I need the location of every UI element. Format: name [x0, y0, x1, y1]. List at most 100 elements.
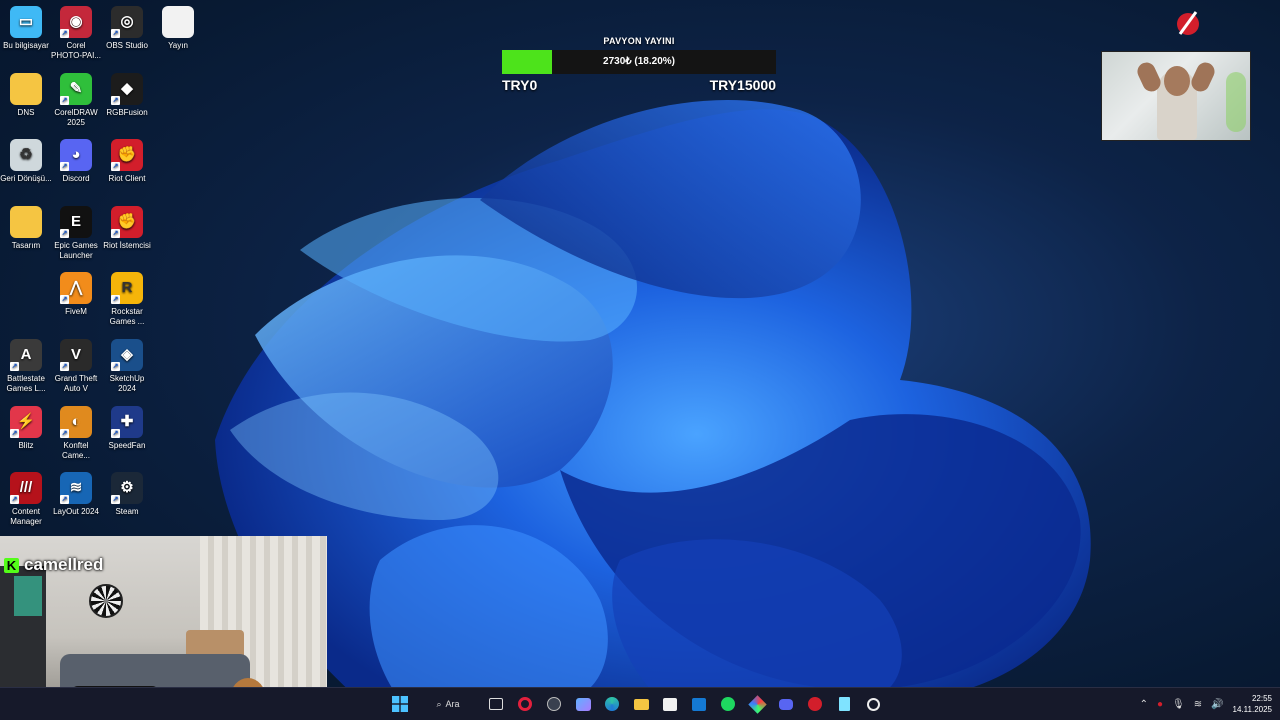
desktop-icon-speedfan[interactable]: ✚ ↗ SpeedFan — [101, 405, 153, 451]
spotify-icon[interactable] — [716, 692, 740, 716]
taskbar-search-button[interactable]: ⌕ Ara — [417, 692, 479, 716]
discord-icon: ◕ ↗ — [60, 139, 92, 172]
wifi-icon[interactable]: ≋ — [1194, 699, 1202, 710]
blitz-icon: ⚡ ↗ — [10, 405, 42, 438]
desktop-icon-riot-i-stemcisi[interactable]: ✊ ↗ Riot İstemcisi — [101, 205, 153, 251]
shortcut-arrow-icon: ↗ — [60, 162, 69, 172]
taskbar-search-label: Ara — [445, 699, 460, 709]
taskbar-clock[interactable]: 22:55 14.11.2025 — [1233, 693, 1272, 715]
desktop-icon-sketchup-2024[interactable]: ◈ ↗ SketchUp 2024 — [101, 339, 153, 394]
edge-icon[interactable] — [600, 692, 624, 716]
desktop-icon-label: Epic Games Launcher — [54, 240, 98, 260]
windows-start-icon[interactable] — [388, 692, 412, 716]
volume-icon[interactable]: 🔊 — [1211, 699, 1223, 710]
opera-gx-icon[interactable] — [513, 692, 537, 716]
msn-weather-icon[interactable] — [571, 692, 595, 716]
desktop-icon-layout-2024[interactable]: ≋ ↗ LayOut 2024 — [50, 472, 102, 517]
microphone-icon[interactable]: 🎙 — [1172, 699, 1185, 710]
taskbar-apps: ⌕ Ara — [388, 692, 885, 716]
desktop-icon-label: Tasarım — [11, 240, 41, 250]
desktop-icon-obs-studio[interactable]: ◎ ↗ OBS Studio — [101, 6, 153, 51]
desktop-icon-riot-client[interactable]: ✊ ↗ Riot Client — [101, 139, 153, 184]
desktop-icon-label: Bu bilgisayar — [3, 41, 49, 50]
person-face — [1164, 66, 1190, 96]
shortcut-arrow-icon: ↗ — [10, 362, 19, 371]
rgbfusion-icon: ◆ ↗ — [111, 72, 143, 105]
search-icon: ⌕ — [436, 698, 442, 709]
file-explorer-icon[interactable] — [629, 692, 653, 716]
desktop-icon-label: LayOut 2024 — [53, 507, 99, 517]
shortcut-arrow-icon: ↗ — [10, 428, 19, 438]
desktop-icon-label: Grand Theft Auto V — [54, 374, 98, 393]
rockstar-icon: R ↗ — [111, 272, 143, 305]
desktop-icon-label: SketchUp 2024 — [109, 374, 145, 393]
desktop-icon-fivem[interactable]: ⋀ ↗ FiveM — [50, 272, 102, 317]
desktop-icon-label: Corel PHOTO-PAI... — [51, 41, 101, 60]
desktop-icon-yayın[interactable]: Yayın — [152, 6, 204, 51]
plant-decoration — [1226, 72, 1246, 132]
clock-date: 14.11.2025 — [1232, 705, 1272, 714]
shortcut-arrow-icon: ↗ — [60, 362, 69, 371]
desktop-icon-rockstar-games[interactable]: R ↗ Rockstar Games ... — [101, 272, 153, 327]
riot-icon: ✊ ↗ — [111, 205, 143, 238]
desktop-icon-bu-bilgisayar[interactable]: ▭ Bu bilgisayar — [0, 6, 52, 51]
shortcut-arrow-icon: ↗ — [60, 428, 69, 438]
desktop-icon-blitz[interactable]: ⚡ ↗ Blitz — [0, 405, 52, 451]
shortcut-arrow-icon: ↗ — [60, 295, 69, 305]
desktop-icon-coreldraw-2025[interactable]: ✎ ↗ CorelDRAW 2025 — [50, 72, 102, 128]
desktop-icon-label: Steam — [115, 507, 139, 517]
goal-title: PAVYON YAYINI — [603, 36, 675, 46]
desktop-icon-label: Content Manager — [10, 507, 42, 527]
riot-icon[interactable] — [803, 692, 827, 716]
document-icon — [162, 6, 194, 38]
sketchup-icon: ◈ ↗ — [111, 339, 143, 371]
desktop-icon-label: Geri Dönüşü... — [0, 174, 52, 184]
rgbfusion-icon[interactable] — [745, 692, 769, 716]
epic-games-icon: E ↗ — [60, 205, 92, 238]
coreldraw-icon: ✎ ↗ — [60, 72, 92, 105]
desktop-icon-tasarım[interactable]: Tasarım — [0, 205, 52, 251]
desktop-icon-label: Konftel Came... — [61, 440, 90, 460]
desktop-icon-label: FiveM — [65, 307, 87, 317]
shortcut-arrow-icon: ↗ — [60, 95, 69, 105]
desktop-icon-label: DNS — [17, 107, 35, 117]
kick-logo-icon: K — [4, 557, 19, 573]
notepad-icon[interactable] — [832, 692, 856, 716]
desktop-icon-steam[interactable]: ⚙ ↗ Steam — [101, 472, 153, 517]
desktop-icon-content-manager[interactable]: ///↗ Content Manager — [0, 472, 52, 527]
task-view-icon[interactable] — [484, 692, 508, 716]
goal-max-label: TRY15000 — [709, 77, 776, 93]
desktop-icon-label: Riot İstemcisi — [103, 240, 151, 250]
taskbar: ⌕ Ara ⌃ ● 🎙 ≋ 🔊 22:55 14.11.2025 — [0, 687, 1280, 720]
battlestate-icon: A ↗ — [10, 339, 42, 371]
desktop-icon-grand-theft-auto-v[interactable]: V ↗ Grand Theft Auto V — [50, 339, 102, 394]
goal-progress-text: 2730₺ (18.20%) — [603, 56, 675, 67]
monitor-icon: ▭ — [10, 6, 42, 38]
desktop-icon-konftel-came[interactable]: ◐ ↗ Konftel Came... — [50, 405, 102, 461]
speedfan-icon: ✚ ↗ — [111, 405, 143, 438]
desktop-icon-rgbfusion[interactable]: ◆ ↗ RGBFusion — [101, 72, 153, 118]
desktop-icon-epic-games-launcher[interactable]: E ↗ Epic Games Launcher — [50, 205, 102, 261]
chevron-up-icon[interactable]: ⌃ — [1140, 699, 1148, 710]
desktop-icon-label: SpeedFan — [108, 440, 146, 450]
desktop-icon-dns[interactable]: DNS — [0, 72, 52, 118]
desktop-icon-discord[interactable]: ◕ ↗ Discord — [50, 139, 102, 184]
goal-min-label: TRY0 — [502, 77, 538, 93]
chatgpt-icon[interactable] — [861, 692, 885, 716]
desktop-icon-corel-photo-pai[interactable]: ◉ ↗ Corel PHOTO-PAI... — [50, 6, 102, 61]
store-icon[interactable] — [658, 692, 682, 716]
obs-icon[interactable] — [542, 692, 566, 716]
desktop-icon-battlestate-games-l[interactable]: A ↗ Battlestate Games L... — [0, 339, 52, 394]
desktop-icon-geri-dönüşü[interactable]: ♻ Geri Dönüşü... — [0, 139, 52, 184]
discord-icon[interactable] — [774, 692, 798, 716]
clock-time: 22:55 — [1251, 694, 1272, 703]
riot-tray-icon[interactable]: ● — [1157, 699, 1163, 710]
riot-icon: ✊ ↗ — [111, 139, 143, 172]
content-manager-icon: ///↗ — [10, 472, 42, 505]
folder-icon — [10, 72, 42, 105]
steam-icon: ⚙ ↗ — [111, 472, 143, 505]
dartboard — [89, 584, 123, 618]
desktop-icon-label: OBS Studio — [106, 41, 148, 50]
recycle-bin-icon: ♻ — [10, 139, 42, 172]
outlook-icon[interactable] — [687, 692, 711, 716]
